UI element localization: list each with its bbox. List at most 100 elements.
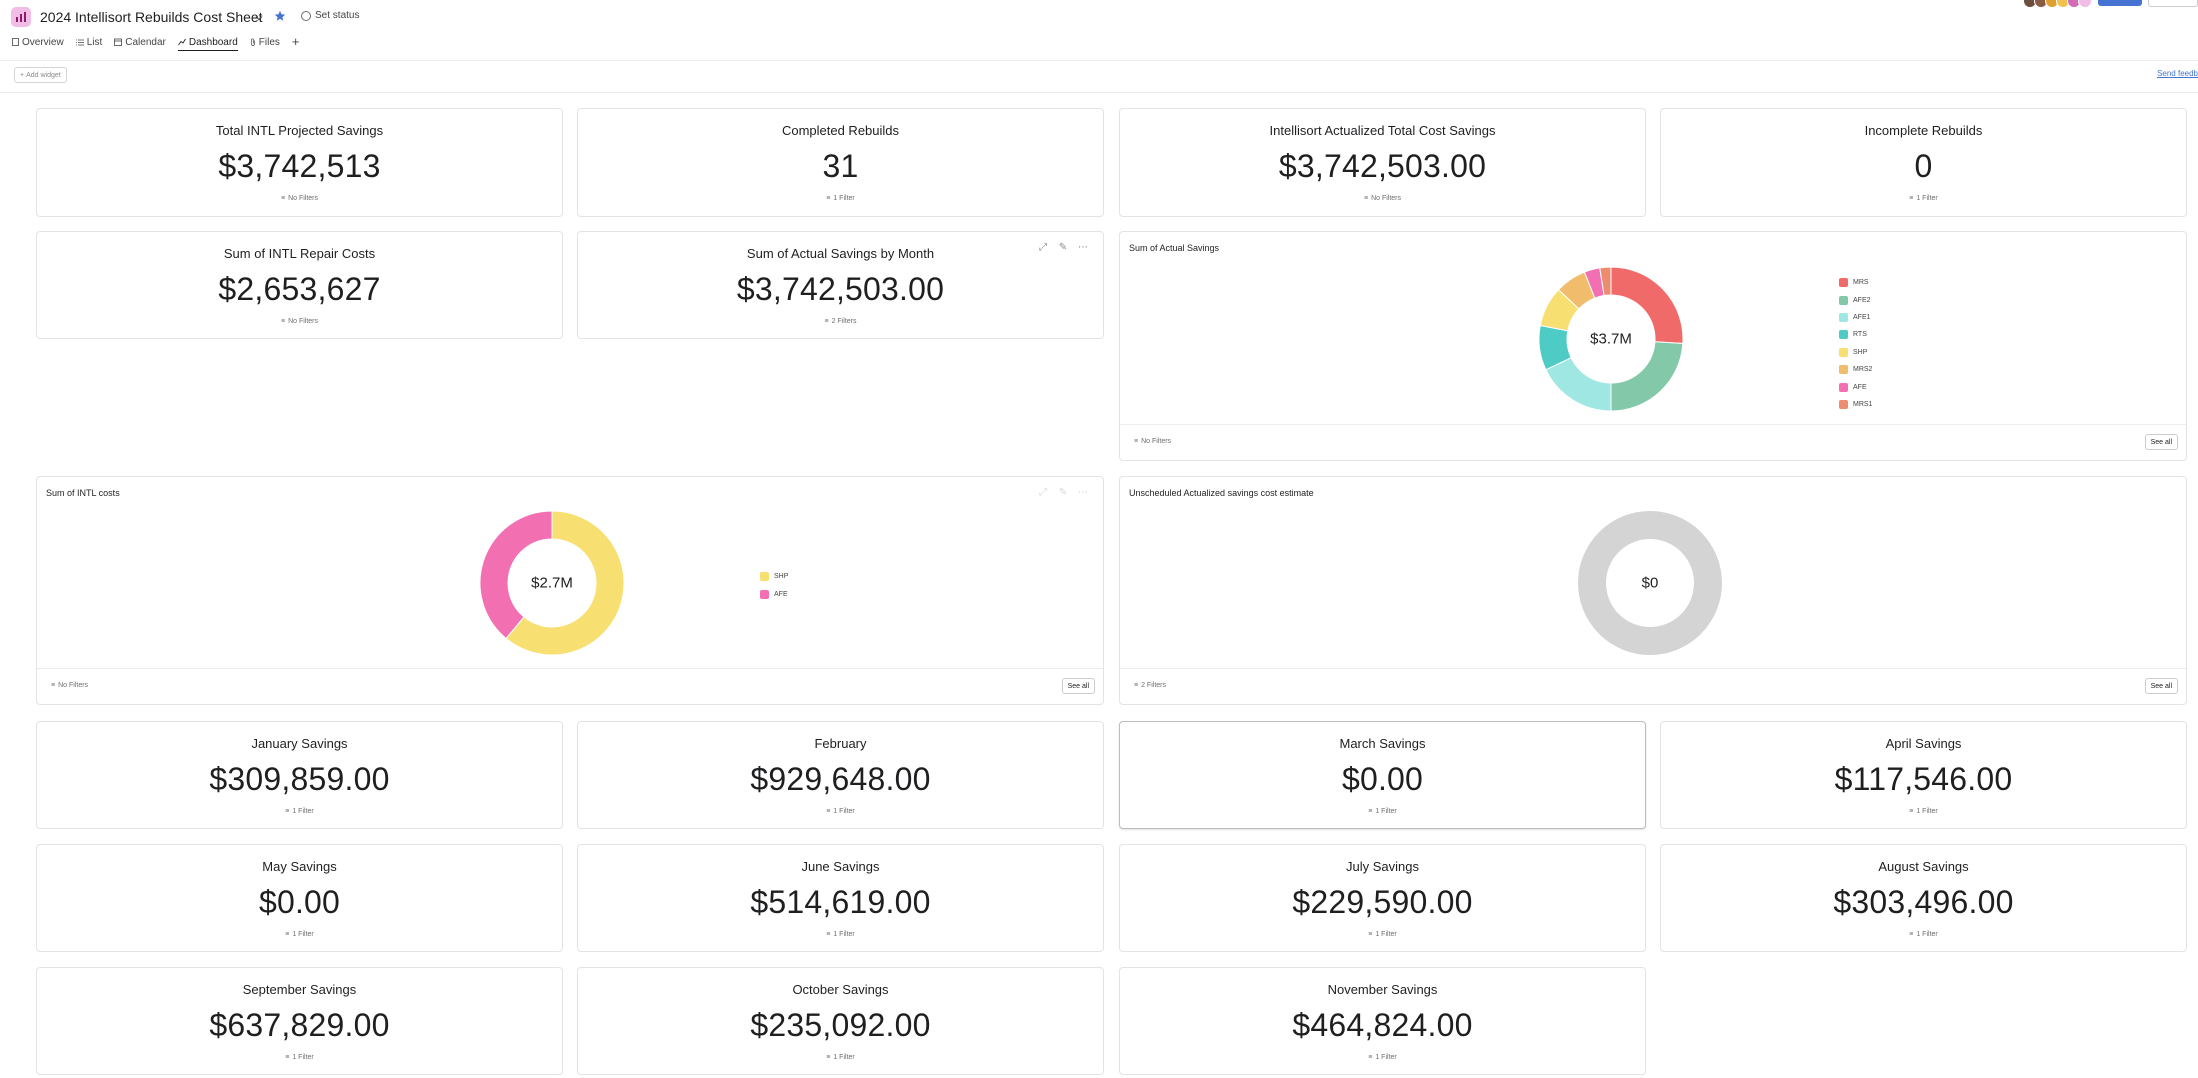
monthly-card[interactable]: November Savings $464,824.00 ≡ 1 Filter (1119, 967, 1646, 1075)
chevron-down-icon[interactable] (254, 10, 264, 28)
filter-indicator[interactable]: ≡ 1 Filter (1661, 808, 2186, 815)
metric-card[interactable]: Completed Rebuilds 31 ≡ 1 Filter (577, 108, 1104, 217)
project-chart-icon[interactable] (11, 7, 31, 27)
metric-card[interactable]: Intellisort Actualized Total Cost Saving… (1119, 108, 1646, 217)
chart-footer: ≡ No Filters See all (1120, 424, 2186, 460)
filter-indicator[interactable]: ≡ 1 Filter (578, 931, 1103, 938)
monthly-card[interactable]: June Savings $514,619.00 ≡ 1 Filter (577, 844, 1104, 952)
see-all-button[interactable]: See all (2144, 434, 2178, 450)
legend-item-afe1[interactable]: AFE1 (1839, 309, 1872, 326)
legend-item-rts[interactable]: RTS (1839, 326, 1872, 343)
filter-indicator[interactable]: ≡ 1 Filter (1120, 931, 1645, 938)
filter-indicator[interactable]: ≡ 1 Filter (1661, 195, 2186, 202)
filter-icon: ≡ (280, 318, 286, 325)
donut-center-label: $3.7M (1590, 330, 1632, 348)
legend-item-afe[interactable]: AFE (1839, 378, 1872, 395)
filter-indicator[interactable]: ≡ 1 Filter (578, 195, 1103, 202)
filter-indicator[interactable]: ≡ No Filters (51, 682, 88, 689)
set-status-button[interactable]: Set status (301, 10, 359, 21)
member-avatars[interactable] (2023, 0, 2092, 8)
metric-card[interactable]: ⤢ ✎ ⋯ Sum of Actual Savings by Month $3,… (577, 231, 1104, 339)
legend-label: SHP (1853, 348, 1868, 356)
project-title[interactable]: 2024 Intellisort Rebuilds Cost Sheet (40, 6, 263, 28)
legend-item-afe[interactable]: AFE (760, 585, 788, 602)
filter-indicator[interactable]: ≡ 1 Filter (37, 808, 562, 815)
customize-button[interactable] (2148, 0, 2198, 7)
filter-indicator[interactable]: ≡ 1 Filter (578, 1054, 1103, 1061)
monthly-card[interactable]: April Savings $117,546.00 ≡ 1 Filter (1660, 721, 2187, 829)
tab-label: Files (258, 36, 280, 48)
monthly-card[interactable]: September Savings $637,829.00 ≡ 1 Filter (36, 967, 563, 1075)
metric-card[interactable]: Incomplete Rebuilds 0 ≡ 1 Filter (1660, 108, 2187, 217)
tab-dashboard[interactable]: Dashboard (177, 34, 238, 51)
monthly-card[interactable]: January Savings $309,859.00 ≡ 1 Filter (36, 721, 563, 829)
paperclip-icon (250, 38, 255, 46)
filter-indicator[interactable]: ≡ No Filters (37, 318, 562, 325)
star-icon[interactable] (274, 9, 286, 27)
legend-swatch (1839, 278, 1848, 288)
filter-label: 1 Filter (833, 931, 855, 938)
metric-value: 0 (1914, 148, 1933, 184)
filter-indicator[interactable]: ≡ 1 Filter (1120, 808, 1645, 815)
see-all-button[interactable]: See all (1061, 678, 1095, 694)
filter-indicator[interactable]: ≡ 1 Filter (37, 931, 562, 938)
tab-calendar[interactable]: Calendar (114, 34, 166, 50)
legend-item-mrs[interactable]: MRS (1839, 274, 1872, 291)
filter-label: No Filters (58, 682, 89, 689)
filter-label: 1 Filter (1375, 931, 1397, 938)
add-tab-button[interactable]: + (292, 34, 300, 50)
donut-slice-afe1[interactable] (1545, 357, 1612, 412)
metric-value: $3,742,503.00 (1278, 148, 1487, 184)
filter-icon: ≡ (1909, 931, 1914, 938)
send-feedback-link[interactable]: Send feedb (2157, 69, 2198, 78)
filter-icon: ≡ (826, 195, 831, 202)
metric-card[interactable]: Total INTL Projected Savings $3,742,513 … (36, 108, 563, 217)
metric-value: $303,496.00 (1833, 884, 2014, 920)
chart-card-actual-savings[interactable]: Sum of Actual Savings $3.7M MRS AFE2 AFE1 R… (1119, 231, 2187, 461)
legend-item-shp[interactable]: SHP (760, 568, 788, 585)
metric-value: $514,619.00 (750, 884, 931, 920)
monthly-card[interactable]: February $929,648.00 ≡ 1 Filter (577, 721, 1104, 829)
add-widget-button[interactable]: + Add widget (14, 67, 67, 83)
filter-indicator[interactable]: ≡ 1 Filter (578, 808, 1103, 815)
edit-icon[interactable]: ✎ (1055, 484, 1071, 500)
filter-label: 1 Filter (1916, 195, 1938, 202)
legend-item-mrs2[interactable]: MRS2 (1839, 361, 1872, 378)
donut-slice-afe2[interactable] (1610, 341, 1684, 412)
metric-title: June Savings (801, 859, 880, 874)
chart-card-intl-costs[interactable]: Sum of INTL costs ⤢ ✎ ⋯ $2.7M SHP AFE ≡ No… (36, 476, 1104, 705)
filter-indicator[interactable]: ≡ No Filters (1134, 438, 1171, 445)
monthly-card[interactable]: October Savings $235,092.00 ≡ 1 Filter (577, 967, 1104, 1075)
share-button[interactable] (2098, 0, 2142, 6)
filter-indicator[interactable]: ≡ No Filters (1120, 195, 1645, 202)
legend-item-shp[interactable]: SHP (1839, 344, 1872, 361)
monthly-card[interactable]: August Savings $303,496.00 ≡ 1 Filter (1660, 844, 2187, 952)
set-status-label: Set status (315, 10, 360, 21)
filter-label: 1 Filter (833, 808, 855, 815)
filter-indicator[interactable]: ≡ 1 Filter (1661, 931, 2186, 938)
tab-files[interactable]: Files (250, 34, 280, 50)
legend-item-mrs1[interactable]: MRS1 (1839, 396, 1872, 413)
metric-card[interactable]: Sum of INTL Repair Costs $2,653,627 ≡ No … (36, 231, 563, 339)
filter-icon: ≡ (826, 1054, 831, 1061)
filter-indicator[interactable]: ≡ 1 Filter (37, 1054, 562, 1061)
metric-title: January Savings (251, 736, 348, 751)
filter-label: No Filters (1371, 195, 1402, 202)
legend-swatch (1839, 312, 1848, 322)
chart-card-unscheduled[interactable]: Unscheduled Actualized savings cost esti… (1119, 476, 2187, 705)
legend-item-afe2[interactable]: AFE2 (1839, 291, 1872, 308)
more-icon[interactable]: ⋯ (1075, 484, 1091, 500)
filter-indicator[interactable]: ≡ 2 Filters (578, 318, 1103, 325)
legend-swatch (1839, 330, 1848, 340)
filter-indicator[interactable]: ≡ 2 Filters (1134, 682, 1166, 689)
monthly-card[interactable]: July Savings $229,590.00 ≡ 1 Filter (1119, 844, 1646, 952)
tab-overview[interactable]: Overview (12, 34, 64, 50)
filter-indicator[interactable]: ≡ No Filters (37, 195, 562, 202)
legend-swatch (1839, 365, 1848, 375)
monthly-card[interactable]: May Savings $0.00 ≡ 1 Filter (36, 844, 563, 952)
tab-list[interactable]: List (75, 34, 102, 50)
see-all-button[interactable]: See all (2144, 678, 2178, 694)
filter-indicator[interactable]: ≡ 1 Filter (1120, 1054, 1645, 1061)
expand-icon[interactable]: ⤢ (1035, 484, 1051, 500)
monthly-card[interactable]: March Savings $0.00 ≡ 1 Filter (1119, 721, 1646, 829)
